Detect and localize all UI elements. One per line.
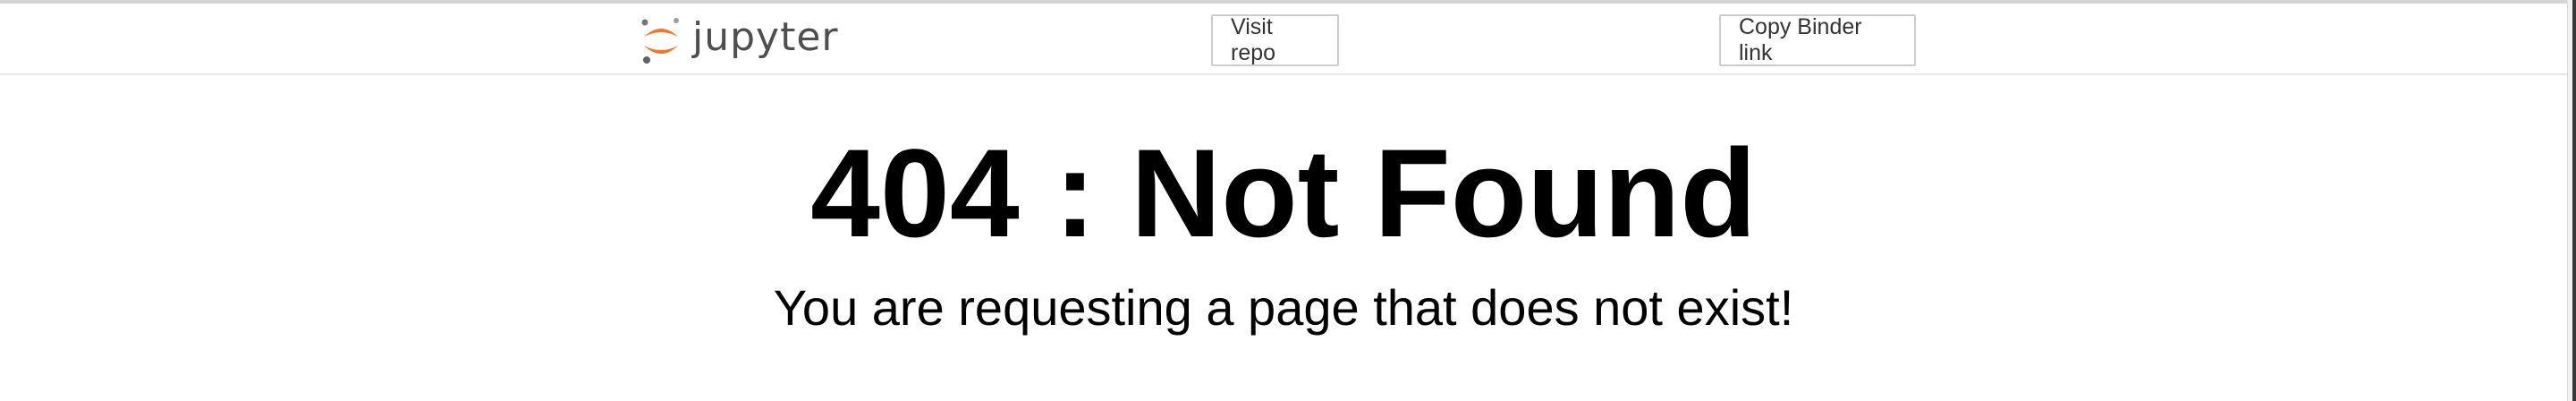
- logo-text: jupyter: [692, 13, 839, 60]
- page-title: 404 : Not Found: [810, 123, 1757, 263]
- jupyter-logo[interactable]: jupyter: [640, 13, 839, 68]
- copy-binder-link-button[interactable]: Copy Binder link: [1719, 14, 1916, 66]
- page: jupyter Visit repo Copy Binder link 404 …: [0, 0, 2576, 401]
- error-message: You are requesting a page that does not …: [773, 279, 1794, 336]
- scrollbar[interactable]: [2567, 0, 2576, 401]
- header-bar: jupyter Visit repo Copy Binder link: [0, 4, 2567, 75]
- window-right-edge: [2572, 0, 2576, 401]
- jupyter-logo-icon: [640, 15, 682, 65]
- visit-repo-button[interactable]: Visit repo: [1211, 14, 1339, 66]
